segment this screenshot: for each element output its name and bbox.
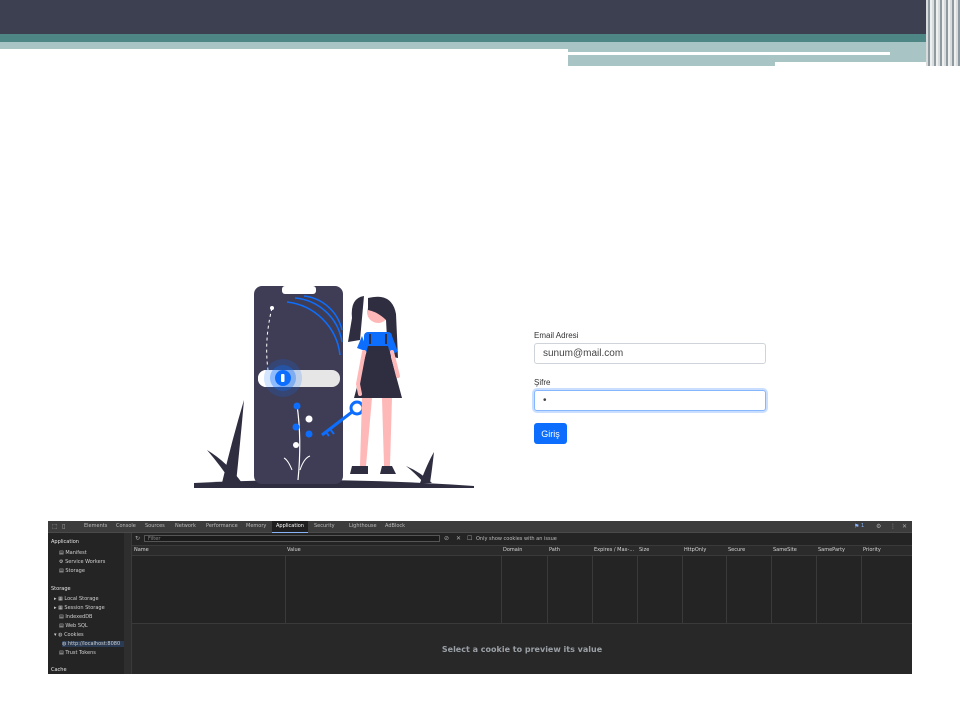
login-submit-button[interactable]: Giriş bbox=[534, 423, 567, 444]
sidebar-item-trust-tokens[interactable]: ▤ Trust Tokens bbox=[59, 650, 96, 656]
column-priority[interactable]: Priority bbox=[861, 546, 912, 555]
tab-elements[interactable]: Elements bbox=[84, 521, 107, 532]
tab-console[interactable]: Console bbox=[116, 521, 136, 532]
issues-count: 1 bbox=[861, 523, 865, 529]
column-divider bbox=[592, 555, 593, 623]
password-label: Şifre bbox=[534, 378, 551, 387]
sidebar-item-web-sql[interactable]: ▤ Web SQL bbox=[59, 623, 88, 629]
column-path[interactable]: Path bbox=[547, 546, 592, 555]
tab-memory[interactable]: Memory bbox=[246, 521, 266, 532]
tab-application[interactable]: Application bbox=[272, 521, 308, 533]
issues-icon[interactable]: ⚑ bbox=[854, 523, 859, 530]
chevron-right-icon: ▸ ▦ bbox=[54, 596, 65, 602]
sidebar-header-storage: Storage bbox=[51, 586, 71, 592]
checkbox-icon[interactable]: ☐ bbox=[467, 535, 472, 542]
preview-message: Select a cookie to preview its value bbox=[441, 645, 603, 654]
sidebar-item-manifest[interactable]: ▤ Manifest bbox=[59, 550, 87, 556]
refresh-icon[interactable]: ↻ bbox=[135, 535, 140, 542]
chevron-right-icon: ▸ ▦ bbox=[54, 605, 65, 611]
close-icon[interactable]: ✕ bbox=[902, 523, 907, 530]
column-divider bbox=[285, 555, 286, 623]
devtools-tab-bar: ⬚ ▯ Elements Console Sources Network Per… bbox=[48, 521, 912, 533]
sidebar-item-session-storage[interactable]: ▸ ▦ Session Storage bbox=[54, 605, 105, 611]
tab-performance[interactable]: Performance bbox=[206, 521, 238, 532]
tab-sources[interactable]: Sources bbox=[145, 521, 165, 532]
more-options-icon[interactable]: ⋮ bbox=[890, 523, 896, 530]
column-size[interactable]: Size bbox=[637, 546, 682, 555]
column-divider bbox=[816, 555, 817, 623]
slide-top-bar bbox=[0, 0, 960, 34]
delete-selected-icon[interactable]: ✕ bbox=[456, 535, 461, 542]
tab-adblock[interactable]: AdBlock bbox=[385, 521, 405, 532]
column-name[interactable]: Name bbox=[132, 546, 285, 555]
sidebar-item-service-workers[interactable]: ⚙ Service Workers bbox=[59, 559, 105, 565]
cookies-toolbar: ↻ Filter ⊘ ✕ ☐ Only show cookies with an… bbox=[132, 533, 912, 546]
column-divider bbox=[547, 555, 548, 623]
sidebar-item-local-storage[interactable]: ▸ ▦ Local Storage bbox=[54, 596, 99, 602]
column-httponly[interactable]: HttpOnly bbox=[682, 546, 726, 555]
sidebar-item-indexeddb[interactable]: ▤ IndexedDB bbox=[59, 614, 92, 620]
column-samesite[interactable]: SameSite bbox=[771, 546, 816, 555]
clear-filtered-icon[interactable]: ⊘ bbox=[444, 535, 449, 542]
sidebar-header-cache: Cache bbox=[51, 667, 67, 673]
slide-corner-ornament bbox=[926, 0, 960, 66]
email-field[interactable]: sunum@mail.com bbox=[534, 343, 766, 364]
column-value[interactable]: Value bbox=[285, 546, 501, 555]
cookie-preview-pane: Select a cookie to preview its value bbox=[132, 623, 912, 674]
column-divider bbox=[682, 555, 683, 623]
sidebar-header-application: Application bbox=[51, 539, 79, 545]
column-divider bbox=[861, 555, 862, 623]
column-sameparty[interactable]: SameParty bbox=[816, 546, 861, 555]
password-field[interactable]: • bbox=[534, 390, 766, 411]
gear-icon[interactable]: ⚙ bbox=[876, 523, 881, 530]
tab-lighthouse[interactable]: Lighthouse bbox=[349, 521, 377, 532]
chevron-down-icon: ▾ ◍ bbox=[54, 632, 65, 638]
cookie-table-body[interactable] bbox=[132, 555, 912, 623]
device-toggle-icon[interactable]: ▯ bbox=[62, 523, 65, 530]
sidebar-item-storage[interactable]: ▤ Storage bbox=[59, 568, 85, 574]
tab-security[interactable]: Security bbox=[314, 521, 335, 532]
slide-accent-stripe-light bbox=[0, 42, 568, 49]
email-label: Email Adresi bbox=[534, 331, 579, 340]
column-divider bbox=[771, 555, 772, 623]
column-divider bbox=[726, 555, 727, 623]
sidebar-scrollbar[interactable] bbox=[124, 533, 131, 674]
slide-accent-line bbox=[568, 52, 890, 55]
login-illustration bbox=[194, 286, 474, 488]
column-secure[interactable]: Secure bbox=[726, 546, 771, 555]
sidebar-item-cookie-origin[interactable]: ◍ http://localhost:8080 bbox=[62, 641, 124, 647]
devtools-panel: ⬚ ▯ Elements Console Sources Network Per… bbox=[48, 521, 912, 674]
devtools-sidebar: Application ▤ Manifest ⚙ Service Workers… bbox=[48, 533, 132, 674]
column-domain[interactable]: Domain bbox=[501, 546, 547, 555]
column-divider bbox=[501, 555, 502, 623]
only-issue-label: Only show cookies with an issue bbox=[476, 536, 557, 542]
slide-accent-stripe bbox=[0, 34, 960, 42]
inspect-element-icon[interactable]: ⬚ bbox=[52, 523, 58, 530]
column-expires[interactable]: Expires / Max-... bbox=[592, 546, 637, 555]
tab-network[interactable]: Network bbox=[175, 521, 196, 532]
filter-input[interactable]: Filter bbox=[144, 535, 440, 542]
column-divider bbox=[637, 555, 638, 623]
sidebar-item-cookies[interactable]: ▾ ◍ Cookies bbox=[54, 632, 84, 638]
